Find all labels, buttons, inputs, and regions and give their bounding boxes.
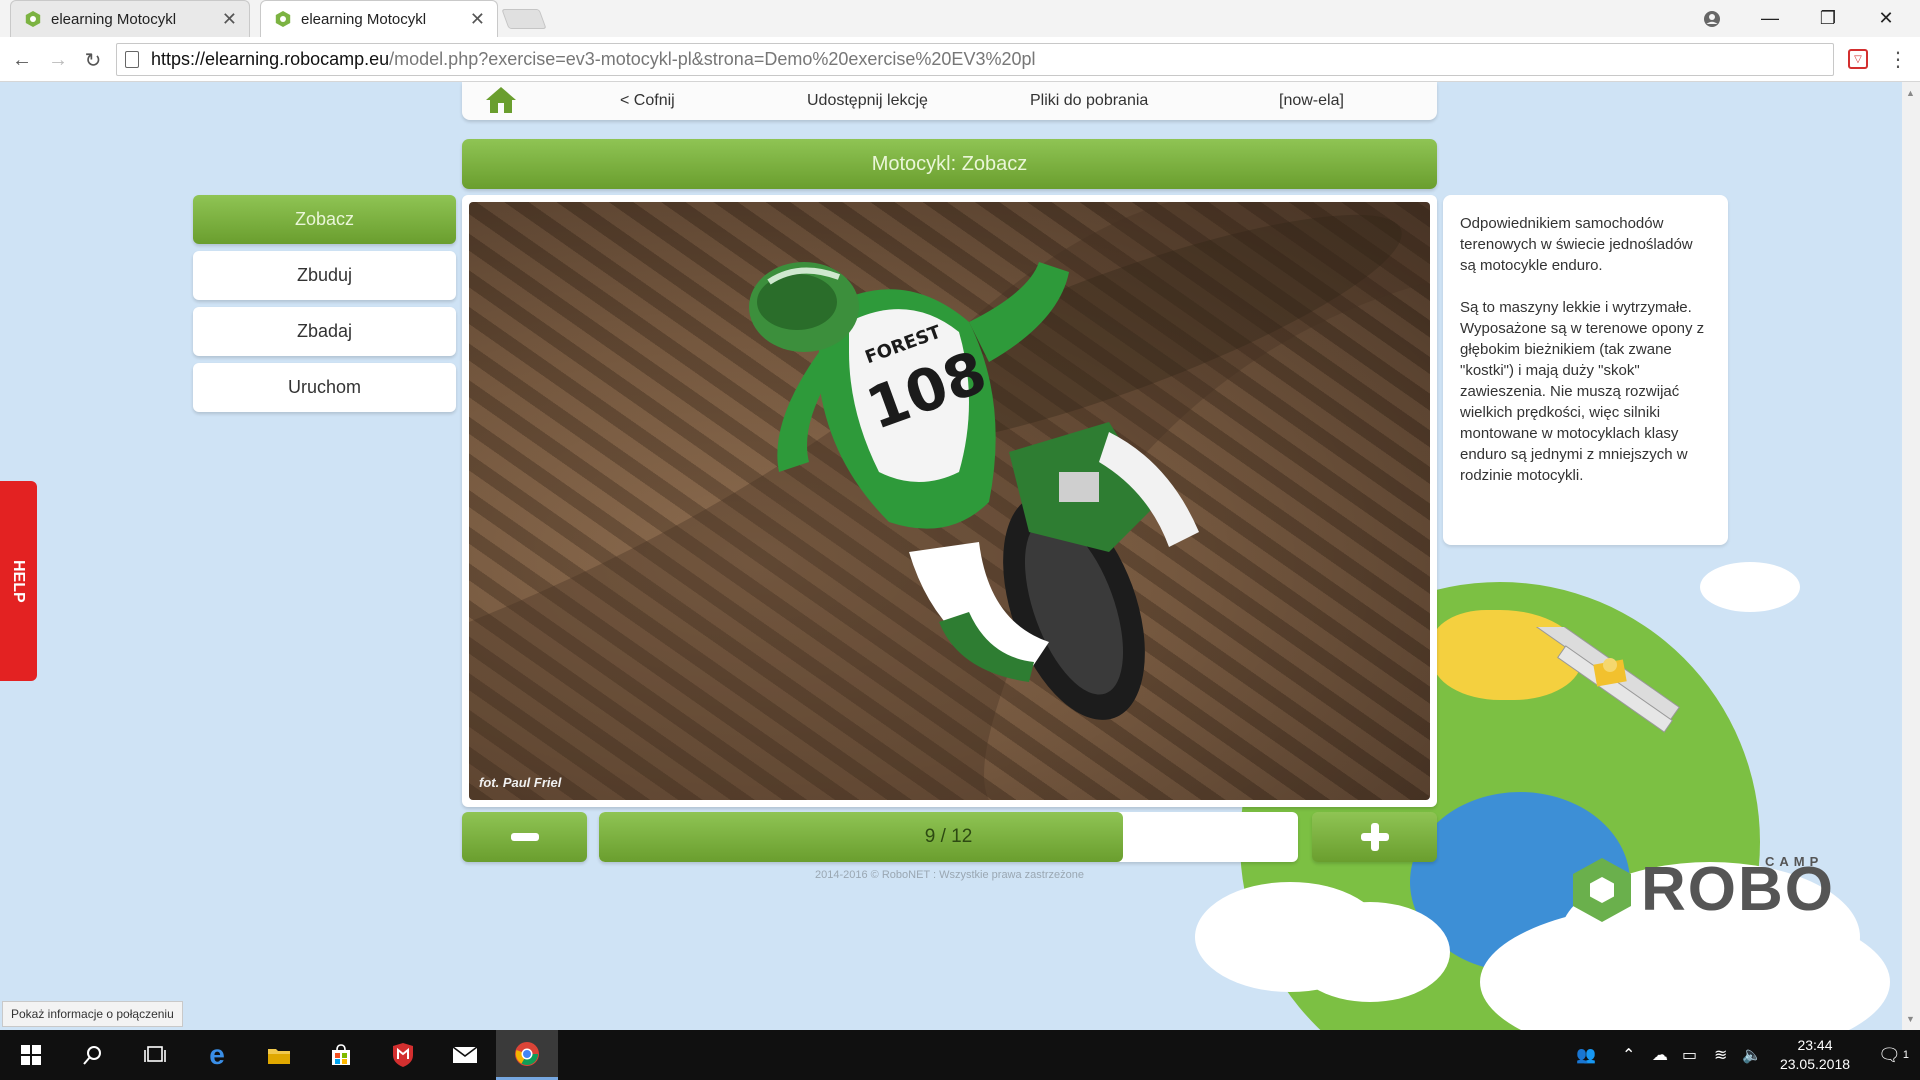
scroll-up-icon[interactable]: ▲ (1906, 88, 1915, 98)
sidebar-item-zobacz[interactable]: Zobacz (193, 195, 456, 244)
extension-icon[interactable]: ▽ (1848, 49, 1868, 69)
downloads-link[interactable]: Pliki do pobrania (1030, 82, 1148, 120)
mcafee-shield-icon[interactable] (372, 1030, 434, 1080)
previous-slide-button[interactable] (462, 812, 587, 862)
slide-progress-bar: 9 / 12 (599, 812, 1298, 862)
chrome-taskbar-icon[interactable] (496, 1030, 558, 1080)
task-view-icon[interactable] (124, 1030, 186, 1080)
page-footer: 2014-2016 © RoboNET : Wszystkie prawa za… (815, 869, 1084, 881)
browser-menu-icon[interactable]: ⋮ (1888, 47, 1908, 72)
robocamp-favicon (25, 11, 41, 27)
photo-credit: fot. Paul Friel (479, 775, 562, 790)
browser-tab-1[interactable]: elearning Motocykl ✕ (10, 0, 250, 37)
airplane-illustration (1530, 627, 1680, 733)
mail-icon[interactable] (434, 1030, 496, 1080)
sidebar-item-zbuduj[interactable]: Zbuduj (193, 251, 456, 300)
window-close-icon[interactable]: ✕ (1858, 0, 1914, 37)
tray-chevron-icon[interactable]: ⌃ (1622, 1030, 1635, 1080)
description-paragraph: Odpowiednikiem samochodów terenowych w ś… (1460, 215, 1693, 274)
motocross-photo: 108 FOREST fot. Paul Friel (469, 202, 1430, 800)
home-icon[interactable] (484, 85, 518, 115)
page-scrollbar[interactable]: ▲ ▼ (1902, 82, 1920, 1030)
motocross-rider-illustration: 108 FOREST (469, 202, 1430, 800)
lesson-title: Motocykl: Zobacz (462, 139, 1437, 189)
tab-title: elearning Motocykl (301, 10, 427, 28)
minus-icon (510, 833, 539, 841)
page-info-icon[interactable] (125, 51, 139, 68)
tab-close-icon[interactable]: ✕ (222, 9, 237, 30)
next-slide-button[interactable] (1312, 812, 1437, 862)
onedrive-icon[interactable]: ☁ (1652, 1030, 1668, 1080)
tab-close-icon[interactable]: ✕ (470, 9, 485, 30)
logo-sub-text: CAMP (1765, 854, 1824, 869)
description-paragraph: Są to maszyny lekkie i wytrzymałe. Wypos… (1460, 299, 1705, 484)
lesson-image-frame: 108 FOREST fot. Paul Friel (462, 195, 1437, 807)
clock-date: 23.05.2018 (1779, 1056, 1851, 1072)
people-icon[interactable]: 👥 (1576, 1030, 1596, 1080)
robocamp-favicon (275, 11, 291, 27)
lesson-top-nav: < Cofnij Udostępnij lekcję Pliki do pobr… (462, 82, 1437, 120)
forward-arrow-icon[interactable]: → (44, 46, 72, 74)
slide-progress-fill (599, 812, 1124, 862)
tab-title: elearning Motocykl (51, 10, 177, 28)
notifications-icon[interactable]: 🗨 1 (1878, 1030, 1909, 1080)
file-explorer-icon[interactable] (248, 1030, 310, 1080)
clock-time: 23:44 (1797, 1037, 1833, 1053)
minimize-icon[interactable]: — (1742, 0, 1798, 37)
windows-start-icon[interactable] (0, 1030, 62, 1080)
taskbar-clock[interactable]: 23:44 23.05.2018 (1760, 1036, 1870, 1074)
address-bar[interactable]: https://elearning.robocamp.eu/model.php?… (116, 43, 1834, 76)
volume-icon[interactable]: 🔈 (1742, 1030, 1762, 1080)
wifi-icon[interactable]: ≋ (1714, 1030, 1727, 1080)
browser-tab-strip: elearning Motocykl ✕ elearning Motocykl … (0, 0, 1920, 37)
cloud-illustration (1700, 562, 1800, 612)
edge-browser-icon[interactable]: e (186, 1030, 248, 1080)
share-lesson-link[interactable]: Udostępnij lekcję (807, 82, 928, 120)
plus-icon-vertical (1370, 823, 1379, 851)
notification-count: 1 (1902, 1049, 1909, 1061)
restore-icon[interactable]: ❐ (1800, 0, 1856, 37)
url-path: /model.php?exercise=ev3-motocykl-pl&stro… (389, 49, 1036, 69)
help-tab[interactable]: HELP (0, 481, 37, 681)
sidebar-item-zbadaj[interactable]: Zbadaj (193, 307, 456, 356)
sidebar-item-uruchom[interactable]: Uruchom (193, 363, 456, 412)
lesson-description: Odpowiednikiem samochodów terenowych w ś… (1443, 195, 1728, 545)
browser-toolbar: ← → ↻ https://elearning.robocamp.eu/mode… (0, 37, 1920, 82)
cloud-illustration (1290, 902, 1450, 1002)
battery-icon[interactable]: ▭ (1682, 1030, 1697, 1080)
scroll-down-icon[interactable]: ▼ (1906, 1014, 1915, 1024)
reload-icon[interactable]: ↻ (79, 46, 107, 74)
robocamp-hex-icon (1573, 858, 1631, 922)
back-arrow-icon[interactable]: ← (8, 46, 36, 74)
store-icon[interactable] (310, 1030, 372, 1080)
profile-icon[interactable] (1684, 0, 1740, 37)
browser-tab-2[interactable]: elearning Motocykl ✕ (260, 0, 498, 37)
search-icon[interactable] (62, 1030, 124, 1080)
new-tab-button[interactable] (501, 9, 547, 29)
connection-info-tooltip: Pokaż informacje o połączeniu (2, 1001, 183, 1027)
url-host: https://elearning.robocamp.eu (151, 49, 390, 69)
user-link[interactable]: [now-ela] (1279, 82, 1344, 120)
url-text: https://elearning.robocamp.eu/model.php?… (151, 49, 1036, 70)
back-link[interactable]: < Cofnij (620, 82, 675, 120)
windows-taskbar: e 👥 ⌃ ☁ ▭ ≋ 🔈 23:44 23.05.2018 🗨 1 (0, 1030, 1920, 1080)
